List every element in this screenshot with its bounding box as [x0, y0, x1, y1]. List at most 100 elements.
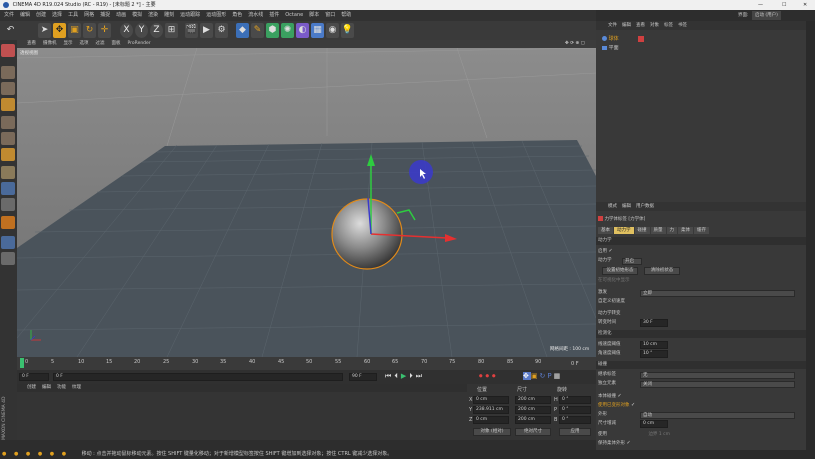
- vp-menu-cameras[interactable]: 摄像机: [43, 41, 57, 46]
- dynamics-tag-icon[interactable]: [638, 36, 644, 42]
- x-axis-icon[interactable]: X: [120, 23, 133, 38]
- model-mode-icon[interactable]: [1, 66, 15, 79]
- mat-menu-create[interactable]: 创建: [27, 385, 36, 390]
- clear-initial-button[interactable]: 清除初状态: [644, 267, 680, 275]
- render-settings-icon[interactable]: ⚙: [215, 23, 228, 38]
- y-axis-icon[interactable]: Y: [135, 23, 148, 38]
- size-mode-dropdown[interactable]: 绝对尺寸: [515, 428, 551, 436]
- self-collision-checkbox[interactable]: ✓: [617, 393, 621, 399]
- size-x-field[interactable]: 200 cm: [515, 396, 551, 404]
- deformed-checkbox[interactable]: ✓: [631, 402, 635, 408]
- planar-workplane-icon[interactable]: [1, 236, 15, 249]
- element-dropdown[interactable]: 关闭: [640, 381, 795, 388]
- mat-menu-texture[interactable]: 纹理: [72, 385, 81, 390]
- render-view-icon[interactable]: 🎬: [185, 23, 198, 38]
- size-y-field[interactable]: 200 cm: [515, 406, 551, 414]
- vp-menu-panel[interactable]: 面板: [112, 41, 121, 46]
- edges-mode-icon[interactable]: [1, 132, 15, 145]
- end-frame-field[interactable]: 90 F: [349, 373, 377, 381]
- tab-collision[interactable]: 碰撞: [634, 227, 650, 234]
- snap-icon[interactable]: [1, 198, 15, 211]
- trigger-dropdown[interactable]: 立即: [640, 290, 795, 297]
- rot-p-field[interactable]: 0 °: [559, 406, 591, 414]
- keyframe-sel-icon[interactable]: ⏺: [492, 372, 499, 380]
- enable-checkbox[interactable]: ✓: [608, 248, 612, 254]
- polygons-mode-icon[interactable]: [1, 148, 15, 161]
- layout-selector[interactable]: 界面: 启动 (用户): [738, 11, 798, 20]
- obj-menu-view[interactable]: 查看: [636, 23, 645, 28]
- menu-help[interactable]: 帮助: [341, 12, 351, 18]
- menu-simulate[interactable]: 模拟: [132, 12, 142, 18]
- tab-basic[interactable]: 基本: [598, 227, 613, 234]
- menu-create[interactable]: 创建: [36, 12, 46, 18]
- go-end-icon[interactable]: ⏭: [416, 372, 425, 380]
- keep-shape-checkbox[interactable]: ✓: [626, 440, 630, 446]
- subdivision-icon[interactable]: ⬢: [266, 23, 279, 38]
- camera-icon[interactable]: ◉: [326, 23, 339, 38]
- undo-icon[interactable]: ↶: [3, 23, 18, 38]
- menu-window[interactable]: 窗口: [325, 12, 335, 18]
- right-side-tabs[interactable]: [806, 21, 815, 459]
- menu-pipeline[interactable]: 流水线: [248, 12, 263, 18]
- angular-threshold-field[interactable]: 10 °: [640, 350, 668, 358]
- size-inc-field[interactable]: 0 cm: [640, 420, 668, 428]
- enable-axis-icon[interactable]: [1, 166, 15, 179]
- pos-x-field[interactable]: 0 cm: [473, 396, 509, 404]
- rot-b-field[interactable]: 0 °: [559, 416, 591, 424]
- tab-cache[interactable]: 缓存: [694, 227, 709, 234]
- playhead[interactable]: [20, 358, 24, 368]
- object-row-plane[interactable]: 平面: [602, 44, 802, 52]
- menu-sculpt[interactable]: 雕刻: [164, 12, 174, 18]
- menu-mograph[interactable]: 运动图形: [206, 12, 226, 18]
- brush-icon[interactable]: [1, 252, 15, 265]
- coord-mode-dropdown[interactable]: 对象 (相对): [473, 428, 511, 436]
- coordinate-system-icon[interactable]: ⊞: [165, 23, 178, 38]
- attr-menu-edit[interactable]: 编辑: [622, 204, 631, 209]
- pos-y-field[interactable]: 238.911 cm: [473, 406, 509, 414]
- vp-menu-prorender[interactable]: ProRender: [128, 41, 151, 46]
- menu-edit[interactable]: 编辑: [20, 12, 30, 18]
- menu-snap[interactable]: 捕捉: [100, 12, 110, 18]
- minimize-button[interactable]: —: [758, 0, 763, 10]
- timeline-ruler[interactable]: 0 5 10 15 20 25 30 35 40 45 50 55 60 65 …: [17, 357, 596, 370]
- vp-menu-display[interactable]: 显示: [64, 41, 73, 46]
- deformer-icon[interactable]: ◐: [296, 23, 309, 38]
- light-icon[interactable]: 💡: [341, 23, 354, 38]
- tab-mass[interactable]: 质量: [650, 227, 666, 234]
- attr-menu-mode[interactable]: 模式: [608, 204, 617, 209]
- points-mode-icon[interactable]: [1, 116, 15, 129]
- mat-menu-edit[interactable]: 编辑: [42, 385, 51, 390]
- menu-plugins[interactable]: 插件: [269, 12, 279, 18]
- attr-menu-userdata[interactable]: 用户数据: [636, 204, 654, 209]
- viewport-scene[interactable]: [17, 48, 596, 357]
- menu-tools[interactable]: 工具: [68, 12, 78, 18]
- play-icon[interactable]: ▶: [401, 372, 409, 380]
- vp-menu-options[interactable]: 选项: [80, 41, 89, 46]
- menu-character[interactable]: 角色: [232, 12, 242, 18]
- floor-icon[interactable]: ▦: [311, 23, 324, 38]
- tab-force[interactable]: 力: [666, 227, 677, 234]
- inherit-dropdown[interactable]: 无: [640, 372, 795, 379]
- viewport-nav-icons[interactable]: ✥ ⟳ ⊕ ▢: [565, 40, 585, 48]
- menu-mesh[interactable]: 网格: [84, 12, 94, 18]
- render-picture-viewer-icon[interactable]: ▶: [200, 23, 213, 38]
- tab-dynamics[interactable]: 动力学: [614, 227, 634, 234]
- transform-icon[interactable]: ✛: [98, 23, 111, 38]
- live-select-icon[interactable]: ➤: [38, 23, 51, 38]
- tab-softbody[interactable]: 柔体: [678, 227, 693, 234]
- pos-z-field[interactable]: 0 cm: [473, 416, 509, 424]
- size-z-field[interactable]: 200 cm: [515, 416, 551, 424]
- vp-menu-view[interactable]: 查看: [27, 41, 36, 46]
- obj-menu-bookmarks[interactable]: 书签: [678, 23, 687, 28]
- menu-script[interactable]: 脚本: [309, 12, 319, 18]
- tweak-icon[interactable]: [1, 182, 15, 195]
- pen-icon[interactable]: ✎: [251, 23, 264, 38]
- key-pos-icon[interactable]: ✥: [523, 372, 531, 380]
- menu-select[interactable]: 选择: [52, 12, 62, 18]
- close-button[interactable]: ✕: [803, 0, 807, 10]
- maximize-button[interactable]: ☐: [782, 0, 786, 10]
- menu-motion-tracking[interactable]: 运动跟踪: [180, 12, 200, 18]
- key-grid-icon[interactable]: ▦: [554, 372, 563, 380]
- object-row-sphere[interactable]: 球体: [602, 35, 802, 43]
- cloner-icon[interactable]: ✺: [281, 23, 294, 38]
